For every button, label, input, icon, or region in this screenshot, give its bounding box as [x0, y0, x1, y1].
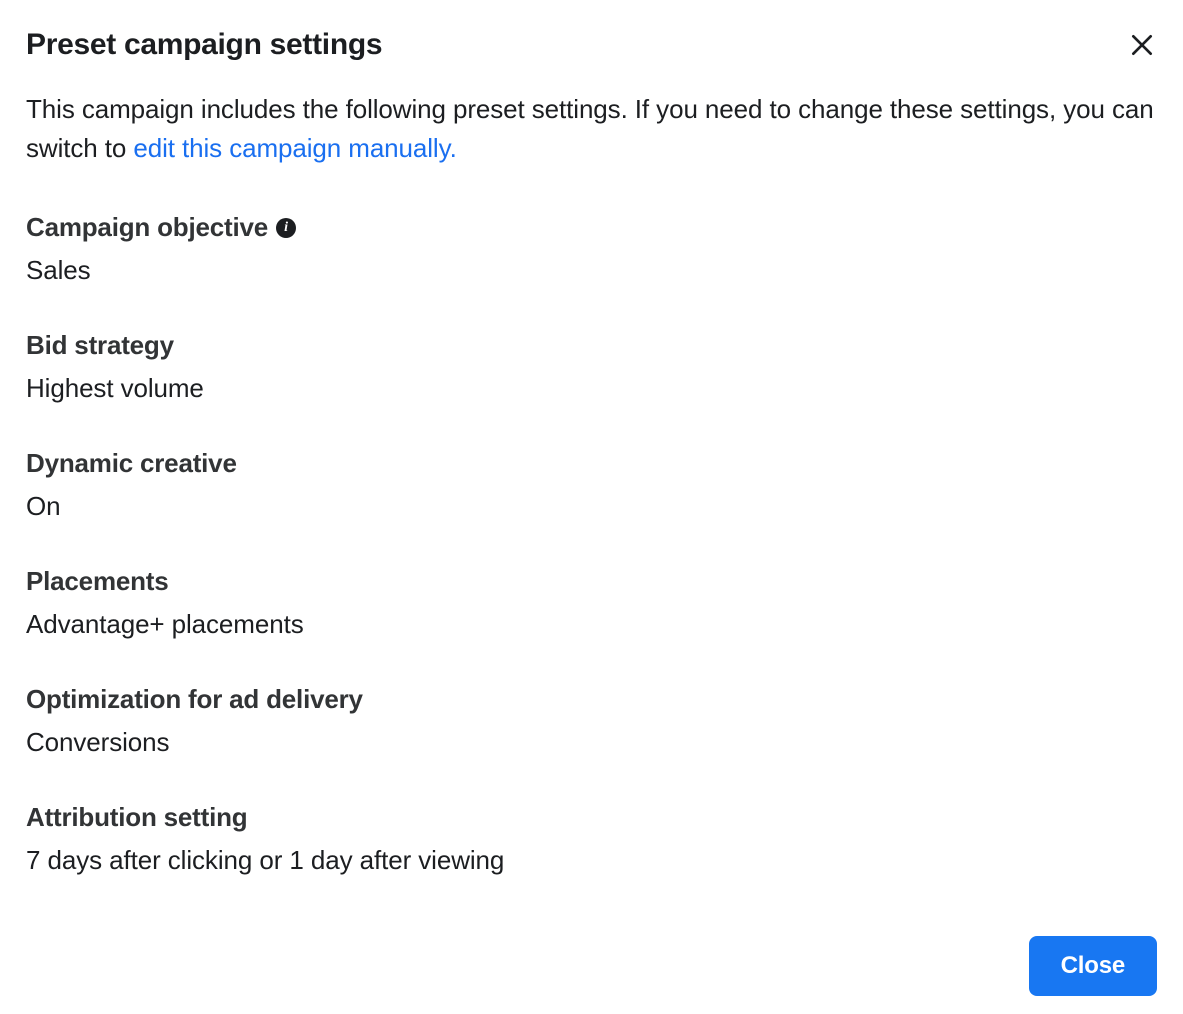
setting-value: Conversions [26, 727, 1157, 758]
setting-label-row: Optimization for ad delivery [26, 684, 1157, 715]
setting-attribution: Attribution setting 7 days after clickin… [26, 802, 1157, 876]
setting-label: Attribution setting [26, 802, 248, 833]
setting-value: Advantage+ placements [26, 609, 1157, 640]
setting-label: Bid strategy [26, 330, 174, 361]
dialog-description: This campaign includes the following pre… [26, 90, 1157, 168]
info-icon[interactable]: i [276, 218, 296, 238]
setting-value: On [26, 491, 1157, 522]
setting-label: Dynamic creative [26, 448, 237, 479]
close-icon[interactable] [1127, 30, 1157, 60]
dialog-title: Preset campaign settings [26, 28, 382, 62]
setting-value: Sales [26, 255, 1157, 286]
setting-campaign-objective: Campaign objective i Sales [26, 212, 1157, 286]
dialog-footer: Close [1029, 936, 1157, 996]
dialog-header: Preset campaign settings [26, 28, 1157, 62]
setting-placements: Placements Advantage+ placements [26, 566, 1157, 640]
edit-manually-link[interactable]: edit this campaign manually. [133, 133, 456, 163]
setting-bid-strategy: Bid strategy Highest volume [26, 330, 1157, 404]
setting-dynamic-creative: Dynamic creative On [26, 448, 1157, 522]
setting-label-row: Attribution setting [26, 802, 1157, 833]
setting-label: Campaign objective [26, 212, 268, 243]
setting-label-row: Campaign objective i [26, 212, 1157, 243]
setting-label-row: Placements [26, 566, 1157, 597]
setting-label-row: Bid strategy [26, 330, 1157, 361]
setting-label-row: Dynamic creative [26, 448, 1157, 479]
setting-optimization: Optimization for ad delivery Conversions [26, 684, 1157, 758]
setting-value: 7 days after clicking or 1 day after vie… [26, 845, 1157, 876]
setting-value: Highest volume [26, 373, 1157, 404]
settings-list: Campaign objective i Sales Bid strategy … [26, 212, 1157, 876]
setting-label: Optimization for ad delivery [26, 684, 363, 715]
close-button[interactable]: Close [1029, 936, 1157, 996]
setting-label: Placements [26, 566, 169, 597]
